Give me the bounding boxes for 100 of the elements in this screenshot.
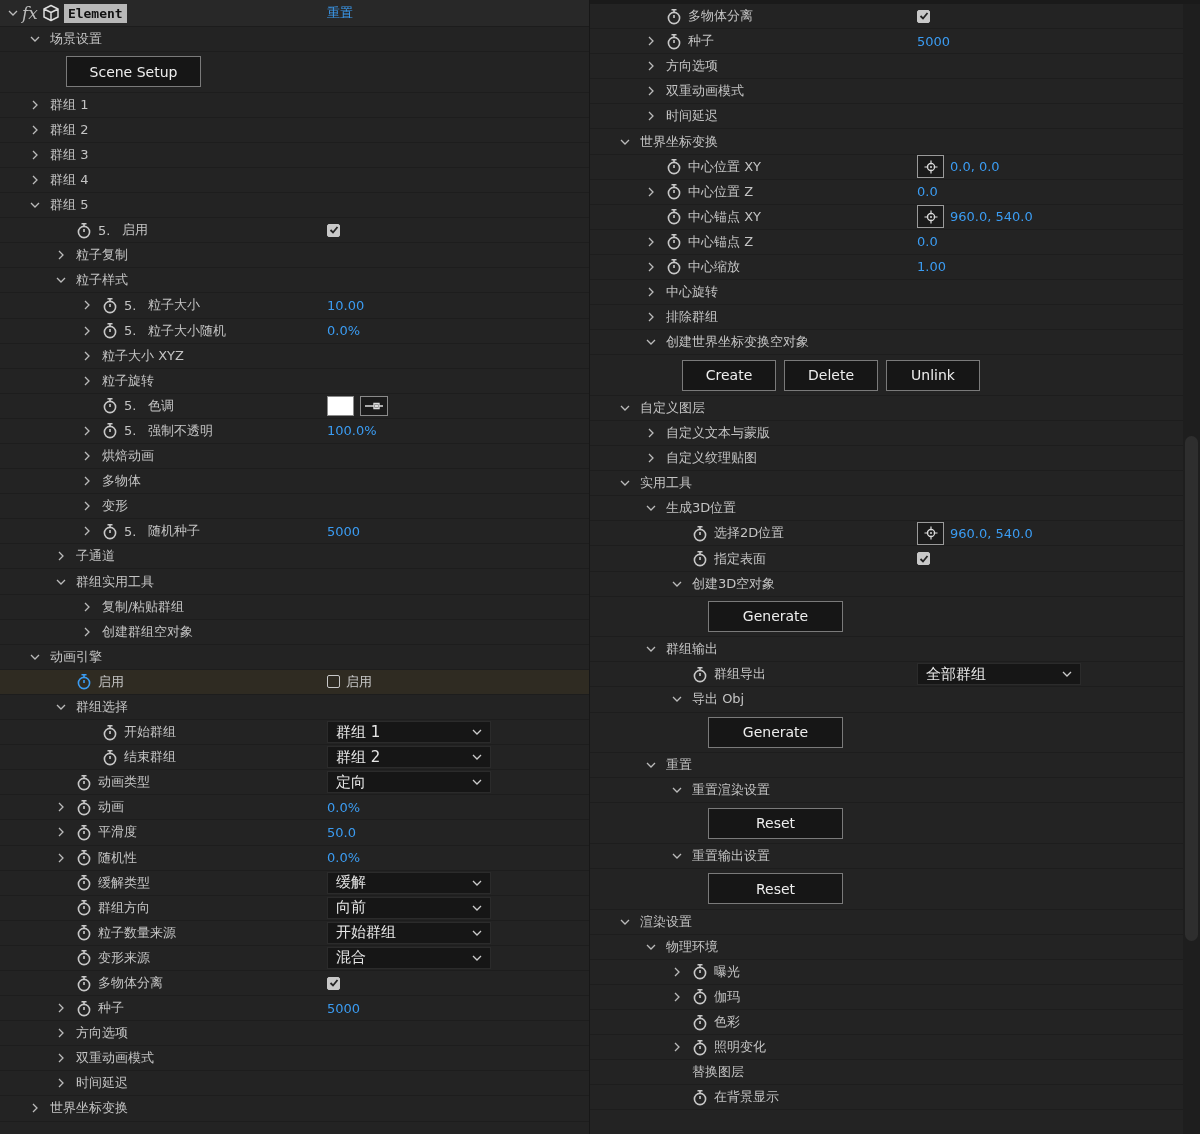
- dropdown[interactable]: 缓解: [327, 871, 491, 894]
- stopwatch-icon[interactable]: [102, 522, 118, 540]
- chevron-icon[interactable]: [646, 312, 656, 323]
- stopwatch-icon[interactable]: [102, 422, 118, 440]
- checkbox[interactable]: [327, 223, 340, 237]
- stopwatch-icon[interactable]: [666, 183, 682, 201]
- command-button[interactable]: Generate: [708, 600, 843, 632]
- tree-row[interactable]: 动画引擎: [0, 644, 589, 670]
- tree-row[interactable]: 缓解类型 缓解: [0, 870, 589, 896]
- chevron-icon[interactable]: [82, 325, 92, 336]
- tree-row[interactable]: 动画 0.0%: [0, 795, 589, 821]
- stopwatch-icon[interactable]: [692, 524, 708, 542]
- tree-row[interactable]: 多物体分离: [590, 4, 1183, 30]
- tree-row[interactable]: 时间延迟: [590, 104, 1183, 130]
- chevron-icon[interactable]: [82, 300, 92, 311]
- stopwatch-icon[interactable]: [692, 550, 708, 567]
- tree-row[interactable]: 粒子旋转: [0, 368, 589, 394]
- point-picker-button[interactable]: [917, 155, 944, 179]
- value-text[interactable]: 5000: [327, 523, 361, 539]
- tree-row[interactable]: 变形: [0, 494, 589, 520]
- tree-row[interactable]: 群组 1: [0, 92, 589, 118]
- checkbox[interactable]: [917, 9, 930, 23]
- tree-row[interactable]: 群组选择: [0, 694, 589, 721]
- stopwatch-icon[interactable]: [76, 999, 92, 1017]
- tree-row[interactable]: 种子 5000: [590, 29, 1183, 55]
- stopwatch-icon[interactable]: [692, 988, 708, 1006]
- tree-row[interactable]: 自定义文本与蒙版: [590, 421, 1183, 447]
- tree-row[interactable]: 群组导出 全部群组: [590, 662, 1183, 688]
- chevron-icon[interactable]: [56, 852, 66, 863]
- command-button[interactable]: Generate: [708, 716, 843, 748]
- tree-row[interactable]: 群组输出: [590, 637, 1183, 663]
- chevron-icon[interactable]: [646, 453, 656, 464]
- tree-row[interactable]: 排除群组: [590, 305, 1183, 331]
- tree-row[interactable]: 实用工具: [590, 471, 1183, 497]
- chevron-icon[interactable]: [82, 476, 92, 487]
- tree-row[interactable]: 复制/粘贴群组: [0, 594, 589, 620]
- chevron-icon[interactable]: [56, 1003, 66, 1014]
- value-text[interactable]: 5000: [917, 33, 951, 49]
- tree-row[interactable]: 变形来源 混合: [0, 945, 589, 971]
- tree-row[interactable]: 伽玛: [590, 984, 1183, 1010]
- tree-row[interactable]: 中心位置 Z 0.0: [590, 179, 1183, 205]
- chevron-icon[interactable]: [672, 1042, 682, 1053]
- chevron-icon[interactable]: [672, 991, 682, 1002]
- tree-row[interactable]: 5. 启用: [0, 218, 589, 244]
- tree-row[interactable]: 中心旋转: [590, 280, 1183, 306]
- tree-row[interactable]: 粒子大小 XYZ: [0, 343, 589, 369]
- tree-row[interactable]: 渲染设置: [590, 909, 1183, 935]
- point-picker-button[interactable]: [917, 205, 944, 229]
- chevron-icon[interactable]: [82, 526, 92, 537]
- tree-row[interactable]: 指定表面: [590, 546, 1183, 572]
- tree-row[interactable]: 多物体分离: [0, 970, 589, 997]
- chevron-icon[interactable]: [646, 428, 656, 439]
- chevron-icon[interactable]: [82, 425, 92, 436]
- tree-row[interactable]: 5. 强制不透明 100.0%: [0, 418, 589, 444]
- dropdown[interactable]: 群组 2: [327, 746, 491, 769]
- tree-row[interactable]: 物理环境: [590, 934, 1183, 960]
- value-text[interactable]: 0.0%: [327, 850, 361, 866]
- chevron-icon[interactable]: [646, 36, 656, 47]
- reset-link[interactable]: 重置: [327, 4, 353, 22]
- tree-row[interactable]: 方向选项: [590, 54, 1183, 80]
- stopwatch-icon[interactable]: [102, 748, 118, 766]
- chevron-icon[interactable]: [56, 827, 66, 838]
- tree-row[interactable]: 双重动画模式: [590, 79, 1183, 105]
- value-text[interactable]: 960.0, 540.0: [950, 209, 1033, 225]
- stopwatch-icon[interactable]: [76, 798, 92, 816]
- tree-row[interactable]: 5. 随机种子 5000: [0, 519, 589, 545]
- chevron-icon[interactable]: [646, 236, 656, 247]
- dropdown[interactable]: 定向: [327, 771, 491, 794]
- stopwatch-icon[interactable]: [76, 849, 92, 867]
- tree-row[interactable]: 中心锚点 XY 960.0, 540.0: [590, 204, 1183, 230]
- tree-row[interactable]: 群组实用工具: [0, 569, 589, 595]
- tree-row[interactable]: 群组 2: [0, 117, 589, 143]
- tree-row[interactable]: 启用 启用: [0, 669, 589, 695]
- chevron-icon[interactable]: [646, 111, 656, 122]
- stopwatch-icon[interactable]: [102, 723, 118, 741]
- chevron-icon[interactable]: [82, 451, 92, 462]
- tree-row[interactable]: 替换图层: [590, 1060, 1183, 1086]
- tree-row[interactable]: 粒子数量来源 开始群组: [0, 920, 589, 946]
- chevron-icon[interactable]: [646, 262, 656, 272]
- dropdown[interactable]: 混合: [327, 946, 491, 969]
- value-text[interactable]: 0.0, 0.0: [950, 159, 1000, 175]
- chevron-icon[interactable]: [672, 966, 682, 977]
- chevron-icon[interactable]: [30, 99, 40, 110]
- tree-row[interactable]: 生成3D位置: [590, 496, 1183, 522]
- stopwatch-icon[interactable]: [76, 899, 92, 917]
- tree-row[interactable]: 时间延迟: [0, 1071, 589, 1097]
- chevron-icon[interactable]: [646, 287, 656, 298]
- tree-row[interactable]: 结束群组 群组 2: [0, 745, 589, 771]
- tree-row[interactable]: 照明变化: [590, 1035, 1183, 1061]
- stopwatch-icon[interactable]: [102, 322, 118, 340]
- dropdown[interactable]: 向前: [327, 896, 491, 919]
- tree-row[interactable]: 自定义图层: [590, 395, 1183, 421]
- tree-row[interactable]: 创建世界坐标变换空对象: [590, 330, 1183, 356]
- tree-row[interactable]: 5. 色调: [0, 393, 589, 419]
- value-text[interactable]: 0.0%: [327, 323, 361, 339]
- value-text[interactable]: 0.0: [917, 234, 938, 250]
- value-text[interactable]: 5000: [327, 1000, 361, 1016]
- chevron-icon[interactable]: [82, 626, 92, 637]
- tree-row[interactable]: 重置: [590, 753, 1183, 779]
- value-text[interactable]: 960.0, 540.0: [950, 525, 1033, 541]
